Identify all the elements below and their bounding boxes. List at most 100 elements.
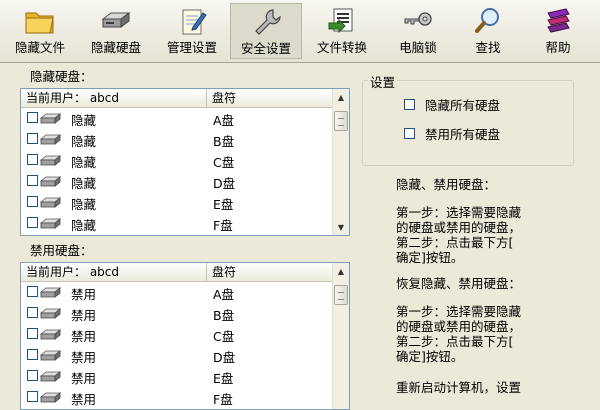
list-item[interactable]: 禁用 F盘 [21,387,333,408]
row-status-label: 禁用 [71,308,97,323]
row-checkbox[interactable] [27,175,38,186]
list-item[interactable]: 隐藏 E盘 [21,192,333,213]
hard-disk-icon [40,329,62,340]
toolbar-label: 帮助 [545,40,571,55]
row-checkbox[interactable] [27,286,38,297]
column-drive[interactable]: 盘符 [207,263,333,281]
magnifier-icon [475,8,499,33]
row-status-label: 隐藏 [71,134,97,149]
hard-disk-icon [101,12,131,28]
list-item[interactable]: 禁用 A盘 [21,282,333,303]
books-icon [547,8,570,33]
toolbar-button-search[interactable]: 查找 [452,3,524,59]
row-checkbox[interactable] [27,391,38,402]
row-checkbox[interactable] [27,307,38,318]
settings-title: 设置 [368,72,398,91]
hard-disk-icon [40,113,62,124]
notepad-icon [182,9,207,35]
toolbar-button-hide-disks[interactable]: 隐藏硬盘 [80,3,152,59]
hidden-disks-list[interactable]: 当前用户： abcd 盘符 隐藏 A盘 隐藏 B盘 隐藏 C盘 隐藏 D盘 隐藏 E盘 隐藏 F盘 ▲… [20,88,350,236]
toolbar-button-manage-settings[interactable]: 管理设置 [156,3,228,59]
scroll-up-arrow-icon[interactable]: ▲ [333,263,349,279]
row-drive-label: C盘 [213,155,235,170]
instructions-heading-restore: 恢复隐藏、禁用硬盘： [396,276,522,291]
hard-disk-icon [40,176,62,187]
row-checkbox[interactable] [27,196,38,207]
row-checkbox[interactable] [27,328,38,339]
disabled-disks-title: 禁用硬盘： [28,240,95,259]
toolbar-button-help[interactable]: 帮助 [522,3,594,59]
column-current-user[interactable]: 当前用户： abcd [21,263,207,281]
toolbar-label: 隐藏硬盘 [90,40,141,55]
list-item[interactable]: 禁用 E盘 [21,366,333,387]
row-checkbox[interactable] [27,349,38,360]
hard-disk-icon [40,155,62,166]
disable-all-disks-checkbox-row[interactable]: 禁用所有硬盘 [404,124,500,143]
disable-all-disks-checkbox[interactable] [404,128,415,139]
disable-all-disks-label: 禁用所有硬盘 [425,127,501,142]
hard-disk-icon [40,197,62,208]
row-drive-label: B盘 [213,308,235,323]
toolbar-button-hide-files[interactable]: 隐藏文件 [4,3,76,59]
row-drive-label: B盘 [213,134,235,149]
row-checkbox[interactable] [27,112,38,123]
row-checkbox[interactable] [27,217,38,228]
row-drive-label: F盘 [213,218,233,233]
settings-groupbox [362,80,574,166]
row-drive-label: D盘 [213,176,236,191]
row-status-label: 禁用 [71,392,97,407]
scroll-down-arrow-icon[interactable]: ▼ [333,219,349,235]
disabled-disks-list[interactable]: 当前用户： abcd 盘符 禁用 A盘 禁用 B盘 禁用 C盘 禁用 D盘 禁用 E盘 禁用 F盘 ▲ [20,262,350,410]
row-drive-label: C盘 [213,329,235,344]
key-icon [404,12,432,26]
row-status-label: 隐藏 [71,197,97,212]
wrench-icon [255,9,281,35]
toolbar-button-file-convert[interactable]: 文件转换 [306,3,378,59]
scroll-thumb[interactable] [334,111,348,131]
instructions-heading-hide-disable: 隐藏、禁用硬盘： [396,177,497,192]
document-convert-icon [328,8,353,34]
list-item[interactable]: 隐藏 C盘 [21,150,333,171]
folder-icon [25,12,54,34]
row-drive-label: A盘 [213,113,235,128]
list-item[interactable]: 隐藏 A盘 [21,108,333,129]
row-status-label: 隐藏 [71,113,97,128]
toolbar: 隐藏文件 隐藏硬盘 管理设置 安全设置 文件转换 电脑锁 查找 帮助 [0,0,600,63]
row-status-label: 隐藏 [71,176,97,191]
row-drive-label: F盘 [213,392,233,407]
toolbar-label: 电脑锁 [399,40,437,55]
hard-disk-icon [40,218,62,229]
instructions-footer: 重新启动计算机，设置 [396,380,522,395]
list-item[interactable]: 禁用 C盘 [21,324,333,345]
toolbar-label: 安全设置 [240,41,291,56]
list-item[interactable]: 禁用 B盘 [21,303,333,324]
row-checkbox[interactable] [27,370,38,381]
instructions-steps-hide-disable: 第一步：选择需要隐藏 的硬盘或禁用的硬盘， 第二步：点击最下方[ 确定]按钮。 [396,205,522,265]
row-checkbox[interactable] [27,133,38,144]
hard-disk-icon [40,308,62,319]
hard-disk-icon [40,392,62,403]
hide-all-disks-checkbox[interactable] [404,99,415,110]
row-drive-label: E盘 [213,371,234,386]
hard-disk-icon [40,287,62,298]
hide-all-disks-checkbox-row[interactable]: 隐藏所有硬盘 [404,95,500,114]
scroll-up-arrow-icon[interactable]: ▲ [333,89,349,105]
list-item[interactable]: 禁用 D盘 [21,345,333,366]
scroll-thumb[interactable] [334,285,348,305]
list-item[interactable]: 隐藏 B盘 [21,129,333,150]
hidden-disks-scrollbar[interactable]: ▲ ▼ [332,89,349,235]
row-drive-label: A盘 [213,287,235,302]
toolbar-button-pc-lock[interactable]: 电脑锁 [382,3,454,59]
row-status-label: 隐藏 [71,218,97,233]
row-checkbox[interactable] [27,154,38,165]
list-item[interactable]: 隐藏 D盘 [21,171,333,192]
toolbar-button-security-settings[interactable]: 安全设置 [230,3,302,59]
disabled-disks-scrollbar[interactable]: ▲ [332,263,349,409]
list-item[interactable]: 隐藏 F盘 [21,213,333,234]
column-current-user[interactable]: 当前用户： abcd [21,89,207,107]
column-drive[interactable]: 盘符 [207,89,333,107]
hard-disk-icon [40,371,62,382]
hard-disk-icon [40,350,62,361]
toolbar-label: 文件转换 [316,40,367,55]
toolbar-label: 管理设置 [166,40,217,55]
